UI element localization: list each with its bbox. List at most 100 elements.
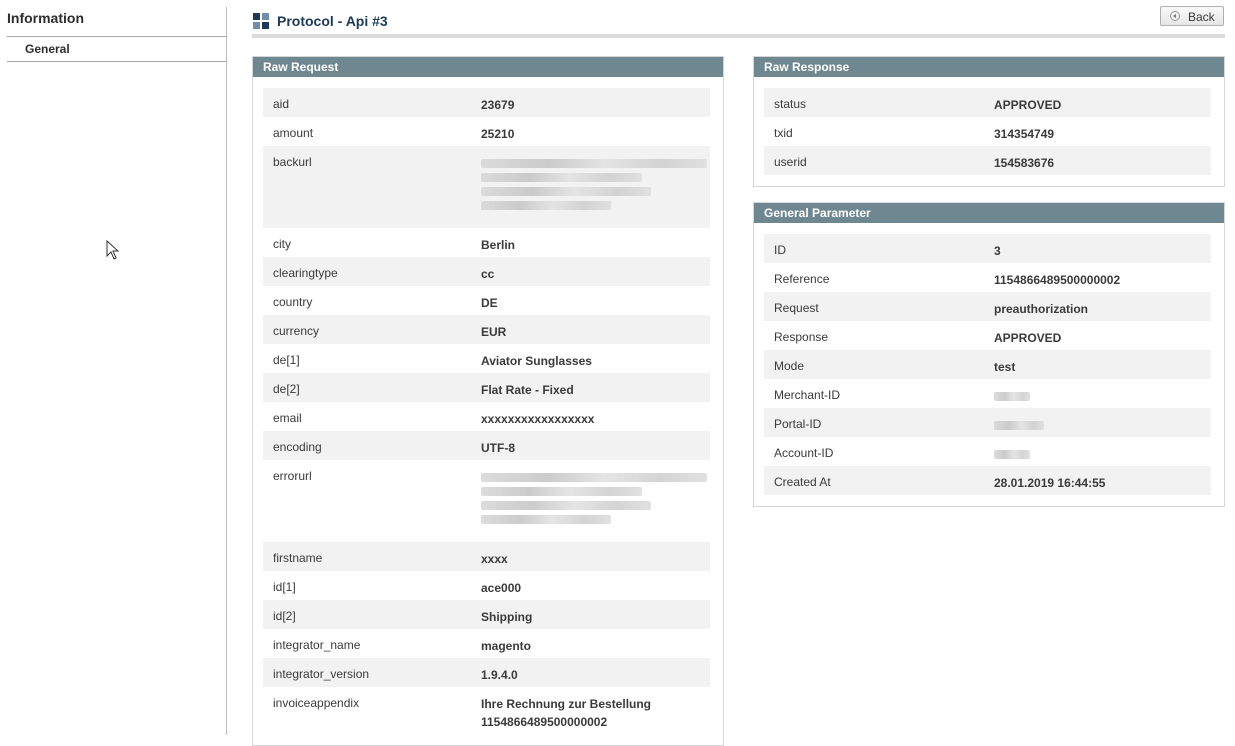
row-value: xxxxxxxxxxxxxxxxx — [481, 412, 595, 426]
row-value — [994, 387, 1204, 405]
table-row: invoiceappendix Ihre Rechnung zur Bestell… — [263, 687, 710, 729]
row-key: txid — [774, 126, 793, 140]
row-key: id[1] — [273, 580, 296, 594]
row-value: Berlin — [481, 238, 516, 252]
raw-request-panel: Raw Request aid 23679 amount 25210 backurl ci… — [252, 56, 724, 746]
sidebar-border — [226, 7, 227, 735]
table-row: Reference 1154866489500000002 — [764, 263, 1211, 292]
row-value: 23679 — [481, 98, 515, 112]
row-key: invoiceappendix — [273, 696, 360, 710]
row-value: Shipping — [481, 610, 533, 624]
row-value: 1154866489500000002 — [994, 273, 1121, 287]
sidebar-item-general[interactable]: General — [25, 42, 70, 56]
row-value: APPROVED — [994, 331, 1062, 345]
table-row: Request preauthorization — [764, 292, 1211, 321]
row-key: Mode — [774, 359, 805, 373]
row-key: firstname — [273, 551, 323, 565]
table-row: country DE — [263, 286, 710, 315]
row-value — [994, 416, 1204, 434]
redacted-value — [481, 515, 611, 524]
row-key: Portal-ID — [774, 417, 822, 431]
row-value: APPROVED — [994, 98, 1062, 112]
row-key: amount — [273, 126, 314, 140]
row-value: 154583676 — [994, 156, 1055, 170]
table-row: errorurl — [263, 460, 710, 542]
row-key: Merchant-ID — [774, 388, 841, 402]
row-value: 25210 — [481, 127, 515, 141]
row-value — [481, 154, 709, 214]
table-row: integrator_name magento — [263, 629, 710, 658]
back-button[interactable]: Back — [1160, 6, 1224, 26]
row-key: Created At — [774, 475, 831, 489]
redacted-value — [994, 392, 1030, 401]
row-value: preauthorization — [994, 302, 1089, 316]
table-row: integrator_version 1.9.4.0 — [263, 658, 710, 687]
sidebar: Information General — [0, 0, 227, 735]
table-row: Merchant-ID — [764, 379, 1211, 408]
redacted-value — [481, 173, 642, 182]
table-row: Response APPROVED — [764, 321, 1211, 350]
row-key: status — [774, 97, 807, 111]
row-value: EUR — [481, 325, 507, 339]
sidebar-title: Information — [7, 10, 84, 26]
row-value: DE — [481, 296, 498, 310]
redacted-value — [481, 473, 707, 482]
row-key: clearingtype — [273, 266, 338, 280]
row-value: cc — [481, 267, 495, 281]
table-row: de[1] Aviator Sunglasses — [263, 344, 710, 373]
grid-icon — [253, 13, 269, 29]
table-row: Portal-ID — [764, 408, 1211, 437]
row-key: currency — [273, 324, 320, 338]
redacted-value — [481, 187, 651, 196]
table-row: Mode test — [764, 350, 1211, 379]
row-value: 3 — [994, 244, 1001, 258]
row-key: de[2] — [273, 382, 300, 396]
redacted-value — [481, 487, 642, 496]
table-row: de[2] Flat Rate - Fixed — [263, 373, 710, 402]
table-row: id[1] ace000 — [263, 571, 710, 600]
row-key: Response — [774, 330, 829, 344]
redacted-value — [994, 421, 1044, 430]
sidebar-divider-top — [7, 36, 227, 37]
row-value: test — [994, 360, 1016, 374]
row-value: 314354749 — [994, 127, 1055, 141]
table-row: encoding UTF-8 — [263, 431, 710, 460]
header-divider — [252, 34, 1225, 38]
row-key: integrator_name — [273, 638, 361, 652]
back-arrow-icon — [1170, 11, 1180, 21]
row-key: id[2] — [273, 609, 296, 623]
redacted-value — [481, 159, 707, 168]
row-key: Reference — [774, 272, 830, 286]
row-value — [994, 445, 1204, 463]
raw-response-panel: Raw Response status APPROVED txid 314354749… — [753, 56, 1225, 187]
row-value: Aviator Sunglasses — [481, 354, 592, 368]
table-row: userid 154583676 — [764, 146, 1211, 175]
row-key: integrator_version — [273, 667, 370, 681]
row-value: Ihre Rechnung zur Bestellung 11548664895… — [481, 697, 652, 729]
general-parameter-title: General Parameter — [754, 203, 1224, 223]
row-key: de[1] — [273, 353, 300, 367]
row-key: ID — [774, 243, 786, 257]
table-row: txid 314354749 — [764, 117, 1211, 146]
row-key: city — [273, 237, 291, 251]
table-row: ID 3 — [764, 234, 1211, 263]
raw-request-title: Raw Request — [253, 57, 723, 77]
table-row: firstname xxxx — [263, 542, 710, 571]
row-value: ace000 — [481, 581, 522, 595]
row-key: aid — [273, 97, 290, 111]
table-row: aid 23679 — [263, 88, 710, 117]
row-value: 1.9.4.0 — [481, 668, 518, 682]
row-key: errorurl — [273, 469, 312, 483]
row-key: userid — [774, 155, 807, 169]
row-key: encoding — [273, 440, 322, 454]
redacted-value — [481, 201, 611, 210]
table-row: backurl — [263, 146, 710, 228]
row-value: magento — [481, 639, 532, 653]
row-value: UTF-8 — [481, 441, 515, 455]
row-key: backurl — [273, 155, 312, 169]
row-value: xxxx — [481, 552, 508, 566]
table-row: id[2] Shipping — [263, 600, 710, 629]
table-row: currency EUR — [263, 315, 710, 344]
table-row: Account-ID — [764, 437, 1211, 466]
table-row: status APPROVED — [764, 88, 1211, 117]
